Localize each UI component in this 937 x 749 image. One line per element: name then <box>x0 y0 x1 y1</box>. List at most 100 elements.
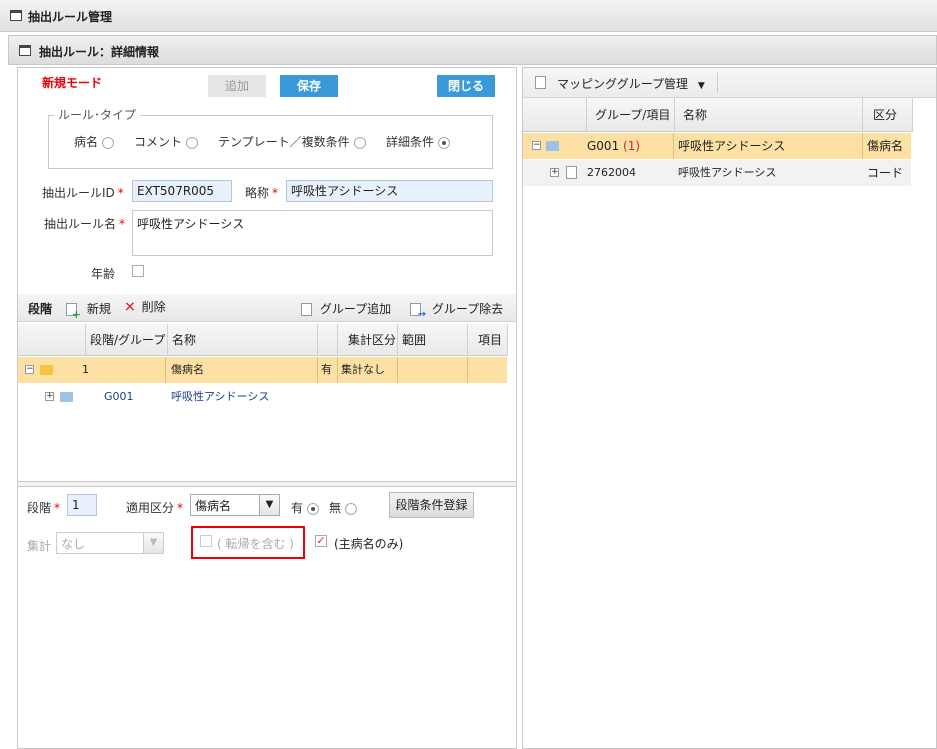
rule-type-option-label: テンプレート／複数条件 <box>218 135 350 149</box>
chevron-down-icon: ▼ <box>697 81 705 91</box>
delete-stage-button[interactable]: ✕ 削除 <box>124 298 166 316</box>
rule-id-label-text: 抽出ルールID <box>42 186 115 200</box>
item-code-cell: 2762004 <box>587 166 636 179</box>
age-checkbox[interactable] <box>132 265 144 277</box>
kind-cell: コード <box>867 166 904 180</box>
stage-number-field[interactable]: 1 <box>67 494 97 516</box>
rule-type-option-disease[interactable]: 病名 <box>74 133 115 150</box>
column-header-name[interactable]: 名称 <box>168 324 318 356</box>
folder-icon <box>546 141 559 151</box>
toolbar-divider <box>717 73 718 93</box>
document-icon <box>566 166 577 179</box>
copy-document-icon <box>301 303 312 316</box>
outcome-checkbox[interactable] <box>200 535 212 547</box>
mapping-title: マッピンググループ管理 <box>557 77 689 91</box>
short-name-label: 略称 * <box>245 184 278 201</box>
rule-name-label: 抽出ルール名 * <box>44 215 125 232</box>
close-button[interactable]: 閉じる <box>437 75 495 97</box>
expand-icon[interactable]: + <box>45 392 54 401</box>
column-header-stage[interactable]: 段階/グループ <box>86 324 168 356</box>
column-header-aggregate[interactable]: 集計区分 <box>338 324 398 356</box>
rule-type-option-template[interactable]: テンプレート／複数条件 <box>218 133 366 150</box>
column-header-group[interactable]: グループ/項目 <box>587 98 675 132</box>
rule-id-field[interactable]: EXT507R005 <box>132 180 232 202</box>
yes-option-label: 有 <box>291 501 304 515</box>
grid-header-spacer <box>18 324 86 356</box>
short-name-field[interactable]: 呼吸性アシドーシス <box>286 180 493 202</box>
rule-name-field[interactable]: 呼吸性アシドーシス <box>132 210 493 256</box>
subwindow-titlebar: 抽出ルール：詳細情報 <box>8 35 937 65</box>
collapse-icon[interactable]: − <box>532 141 541 150</box>
group-remove-button[interactable]: グループ除去 <box>410 300 504 320</box>
aggregate-cell: 集計なし <box>341 363 385 376</box>
mode-label: 新規モード <box>42 76 103 90</box>
document-icon <box>535 76 546 89</box>
column-header-range[interactable]: 範囲 <box>398 324 468 356</box>
stage-toolbar: 段階 新規 ✕ 削除 グループ追加 グループ除去 <box>18 294 516 322</box>
rule-type-option-label: コメント <box>134 135 183 149</box>
folder-icon <box>40 365 53 375</box>
name-cell: 傷病名 <box>171 363 204 376</box>
table-row[interactable]: − 1 傷病名 有 集計なし <box>18 357 507 383</box>
radio-icon[interactable] <box>353 136 366 149</box>
remove-document-icon <box>410 303 426 320</box>
aggregate-select[interactable]: なし ▼ <box>56 532 164 554</box>
radio-icon[interactable] <box>186 136 199 149</box>
chevron-down-icon[interactable]: ▼ <box>143 533 163 553</box>
aggregate-value: なし <box>61 537 86 551</box>
flag-cell: 有 <box>321 363 332 376</box>
folder-icon <box>60 392 73 402</box>
rule-type-option-comment[interactable]: コメント <box>134 133 199 150</box>
mapping-grid-header: グループ/項目 名称 区分 <box>523 98 913 132</box>
stage-number-label: 段階 * <box>27 499 60 516</box>
rule-id-label: 抽出ルールID * <box>42 184 124 201</box>
window-title: 抽出ルール管理 <box>28 10 113 24</box>
required-mark: * <box>117 186 124 200</box>
panel-splitter[interactable] <box>18 481 516 487</box>
new-stage-button[interactable]: 新規 <box>66 300 111 320</box>
radio-selected-icon[interactable] <box>438 136 451 149</box>
radio-icon[interactable] <box>102 136 115 149</box>
apply-type-select[interactable]: 傷病名 ▼ <box>190 494 280 516</box>
no-option[interactable]: 無 <box>329 499 358 516</box>
kind-cell: 傷病名 <box>867 139 904 153</box>
apply-type-label-text: 適用区分 <box>126 501 175 515</box>
required-mark: * <box>272 186 279 200</box>
group-code-cell: G001 (1) <box>587 133 640 159</box>
group-remove-label: グループ除去 <box>431 302 504 316</box>
column-header-item[interactable]: 項目 <box>468 324 508 356</box>
required-mark: * <box>119 217 126 231</box>
required-mark: * <box>177 501 184 515</box>
grid-header-spacer <box>523 98 587 132</box>
collapse-icon[interactable]: − <box>25 365 34 374</box>
save-button[interactable]: 保存 <box>280 75 338 97</box>
table-row[interactable]: + 2762004 呼吸性アシドーシス コード <box>523 160 911 186</box>
apply-type-label: 適用区分 * <box>126 499 183 516</box>
rule-type-option-detail[interactable]: 詳細条件 <box>386 133 451 150</box>
new-stage-label: 新規 <box>86 302 111 316</box>
age-label: 年齢 <box>91 267 116 281</box>
stage-toolbar-title: 段階 <box>28 302 53 316</box>
table-row[interactable]: − G001 (1) 呼吸性アシドーシス 傷病名 <box>523 133 911 159</box>
register-stage-condition-button[interactable]: 段階条件登録 <box>389 492 474 518</box>
group-add-button[interactable]: グループ追加 <box>301 300 391 317</box>
column-header-kind[interactable]: 区分 <box>863 98 913 132</box>
name-cell: 呼吸性アシドーシス <box>678 139 786 153</box>
stage-cell: 1 <box>82 363 89 376</box>
yes-option[interactable]: 有 <box>291 499 320 516</box>
expand-icon[interactable]: + <box>550 168 559 177</box>
main-only-checkbox[interactable]: ✓ <box>315 535 327 547</box>
radio-icon[interactable] <box>345 502 358 515</box>
subwindow-icon <box>19 45 31 56</box>
table-row[interactable]: + G001 呼吸性アシドーシス <box>18 384 507 410</box>
radio-selected-icon[interactable] <box>307 502 320 515</box>
mapping-toolbar: マッピンググループ管理 ▼ <box>523 68 936 98</box>
rule-type-option-label: 病名 <box>74 135 99 149</box>
column-header-name[interactable]: 名称 <box>675 98 863 132</box>
add-button[interactable]: 追加 <box>208 75 266 97</box>
subwindow-title: 抽出ルール：詳細情報 <box>39 45 160 59</box>
chevron-down-icon[interactable]: ▼ <box>259 495 279 515</box>
outcome-label: ( 転帰を含む ) <box>217 537 294 551</box>
column-header-flag[interactable] <box>318 324 338 356</box>
mapping-menu-button[interactable]: マッピンググループ管理 ▼ <box>557 75 705 92</box>
